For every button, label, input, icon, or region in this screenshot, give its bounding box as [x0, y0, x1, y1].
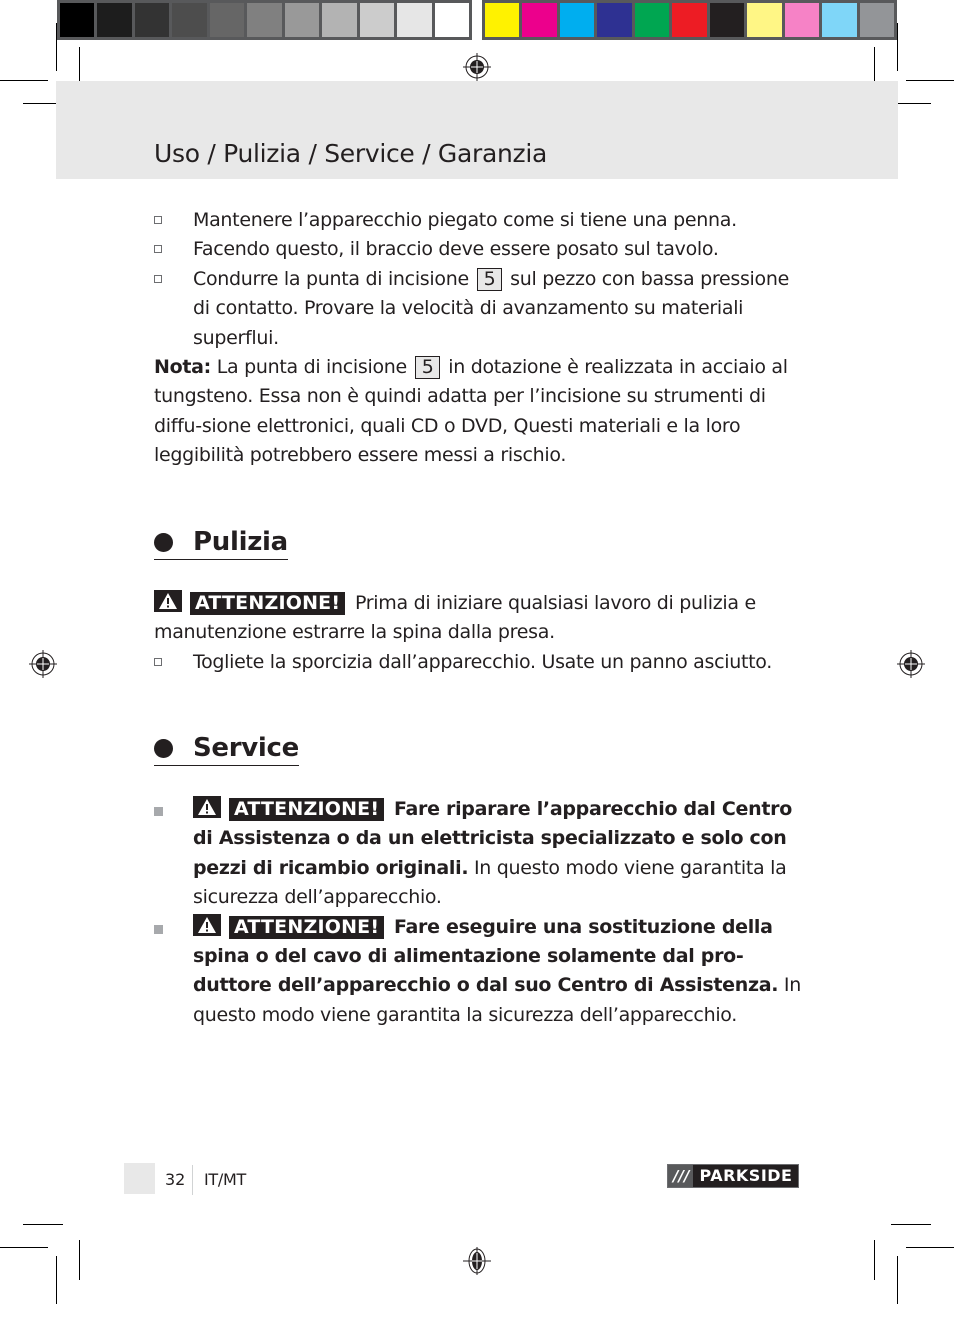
color-swatch — [434, 3, 469, 37]
crop-mark — [56, 23, 57, 71]
section-heading-service: Service — [154, 733, 299, 766]
list-item: Condurre la punta di incisione 5 sul pez… — [154, 265, 804, 353]
warning-triangle-icon — [193, 913, 221, 936]
page-number: 32 — [165, 1170, 186, 1189]
bullet-dot-icon — [154, 738, 173, 758]
list-item: ATTENZIONE! Fare eseguire una sostituzio… — [154, 913, 804, 1031]
footer-tab — [124, 1163, 155, 1194]
gray-color-bar — [57, 0, 472, 40]
list-item-text: Condurre la punta di incisione — [193, 267, 469, 290]
service-list: ATTENZIONE! Fare riparare l’apparecchio … — [154, 795, 804, 1030]
bullet-dot-icon — [154, 532, 173, 552]
crop-mark — [79, 1240, 80, 1280]
color-swatch — [397, 3, 432, 37]
color-swatch — [60, 3, 95, 37]
color-swatch — [634, 3, 670, 37]
crop-mark — [906, 80, 954, 81]
section-title: Pulizia — [193, 527, 288, 557]
crop-mark — [0, 1247, 48, 1248]
crop-mark — [891, 1224, 931, 1225]
color-swatch — [209, 3, 245, 37]
color-swatch — [859, 3, 894, 37]
list-item: ATTENZIONE! Fare riparare l’apparecchio … — [154, 795, 804, 913]
color-swatch — [359, 3, 395, 37]
uso-instructions: Mantenere l’apparecchio piegato come si … — [154, 206, 804, 353]
page-title: Uso / Pulizia / Service / Garanzia — [154, 139, 548, 168]
crop-mark — [897, 1256, 898, 1304]
list-item-text: Mantenere l’apparecchio piegato come si … — [193, 209, 737, 231]
color-swatch — [559, 3, 595, 37]
crop-mark — [0, 80, 48, 81]
parkside-logo: /// PARKSIDE — [667, 1164, 800, 1188]
color-swatch — [784, 3, 820, 37]
color-swatch — [522, 3, 557, 37]
crop-mark — [906, 1247, 954, 1248]
color-swatch — [709, 3, 745, 37]
checkbox-bullet-icon — [154, 657, 162, 666]
warning-triangle-icon — [193, 796, 221, 818]
section-title: Service — [193, 733, 299, 763]
square-bullet-icon — [154, 807, 163, 816]
logo-slashes: /// — [668, 1165, 694, 1187]
list-item-text: Togliete la sporcizia dall’apparecchio. … — [193, 650, 773, 673]
color-swatch — [97, 3, 132, 37]
note-label: Nota: — [154, 356, 211, 378]
list-item: Togliete la sporcizia dall’apparecchio. … — [154, 648, 804, 677]
note-paragraph: Nota: La punta di incisione 5 in dotazio… — [154, 353, 804, 471]
color-swatch — [672, 3, 707, 37]
process-color-bar — [482, 0, 897, 40]
warning-label: ATTENZIONE! — [229, 798, 385, 821]
checkbox-bullet-icon — [154, 274, 162, 283]
color-swatch — [485, 3, 520, 37]
registration-mark-icon — [463, 53, 491, 81]
list-item: Mantenere l’apparecchio piegato come si … — [154, 206, 804, 235]
locale-label: IT/MT — [204, 1170, 246, 1189]
color-swatch — [284, 3, 320, 37]
square-bullet-icon — [154, 924, 163, 934]
registration-mark-icon — [463, 1247, 491, 1275]
crop-mark — [23, 1224, 63, 1225]
crop-mark — [56, 1256, 57, 1304]
warning-label: ATTENZIONE! — [190, 592, 346, 615]
registration-mark-icon — [897, 650, 925, 678]
footer-divider — [192, 1165, 193, 1195]
color-swatch — [597, 3, 632, 37]
color-swatch — [322, 3, 357, 37]
color-swatch — [747, 3, 782, 37]
logo-text: PARKSIDE — [699, 1166, 793, 1185]
part-reference: 5 — [476, 267, 503, 291]
note-text: La punta di incisione — [216, 356, 408, 378]
list-item: Facendo questo, il braccio deve essere p… — [154, 235, 804, 264]
pulizia-warning: ATTENZIONE! Prima di iniziare qualsiasi … — [154, 589, 804, 677]
registration-mark-icon — [29, 650, 57, 678]
color-swatch — [822, 3, 857, 37]
color-swatch — [172, 3, 207, 37]
warning-label: ATTENZIONE! — [229, 915, 385, 939]
checkbox-bullet-icon — [154, 245, 162, 254]
crop-mark — [897, 23, 898, 71]
part-reference: 5 — [414, 356, 441, 379]
list-item-text: Facendo questo, il braccio deve essere p… — [193, 238, 719, 261]
color-swatch — [247, 3, 282, 37]
checkbox-bullet-icon — [154, 216, 162, 224]
section-heading-pulizia: Pulizia — [154, 527, 288, 560]
color-swatch — [134, 3, 170, 37]
crop-mark — [874, 1240, 875, 1280]
warning-triangle-icon — [154, 590, 182, 612]
